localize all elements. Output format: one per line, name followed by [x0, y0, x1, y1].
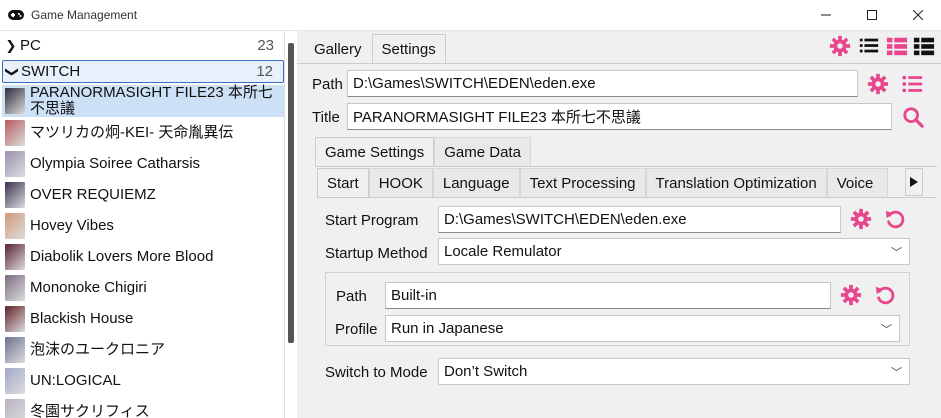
settings-gear-icon[interactable] — [867, 73, 889, 95]
startup-method-select[interactable]: Locale Remulator ﹀ — [438, 238, 910, 265]
game-title: Olympia Soiree Catharsis — [30, 154, 201, 172]
title-label: Title — [312, 109, 340, 126]
game-cover-thumbnail — [5, 150, 25, 177]
minimize-button[interactable] — [803, 0, 849, 30]
startup-method-label: Startup Method — [325, 245, 428, 262]
game-cover-thumbnail — [5, 305, 25, 332]
inner-reset-icon[interactable] — [874, 284, 896, 306]
tab-hook[interactable]: HOOK — [368, 168, 433, 198]
maximize-icon — [867, 10, 877, 20]
game-title: 冬園サクリフィス — [30, 402, 150, 418]
game-cover-thumbnail — [5, 336, 25, 363]
reset-icon[interactable] — [884, 208, 906, 230]
path-input[interactable]: D:\Games\SWITCH\EDEN\eden.exe — [347, 70, 858, 97]
game-cover-thumbnail — [5, 398, 25, 418]
list-scrollbar[interactable] — [288, 43, 294, 343]
group-count: 23 — [257, 37, 274, 54]
gamepad-icon — [8, 10, 24, 20]
sub-tabs: Game Settings Game Data — [315, 137, 531, 167]
switch-mode-select[interactable]: Don’t Switch ﹀ — [438, 358, 910, 385]
game-title: Blackish House — [30, 309, 134, 327]
gear-icon[interactable] — [829, 35, 851, 57]
game-title: PARANORMASIGHT FILE23 本所七不思議 — [30, 84, 273, 117]
main-tabs: Gallery Settings — [304, 34, 446, 64]
switch-mode-label: Switch to Mode — [325, 364, 428, 381]
game-cover-thumbnail — [5, 274, 25, 301]
switch-mode-value: Don’t Switch — [444, 363, 528, 380]
chevron-down-icon: ❯ — [5, 66, 20, 77]
game-list-panel: ❯ PC 23 ❯ SWITCH 12 PARANORMASIGHT FILE2… — [0, 31, 285, 418]
window-title: Game Management — [31, 8, 138, 22]
tab-gallery[interactable]: Gallery — [304, 34, 372, 64]
chevron-down-icon: ﹀ — [881, 324, 892, 336]
group-count: 12 — [256, 63, 273, 80]
game-title: UN:LOGICAL — [30, 371, 121, 389]
game-list-item[interactable]: PARANORMASIGHT FILE23 本所七不思議 — [2, 85, 284, 117]
game-list-item[interactable]: 冬園サクリフィス — [2, 396, 284, 418]
chevron-down-icon: ﹀ — [891, 367, 902, 379]
game-cover-thumbnail — [5, 243, 25, 270]
list-icon[interactable] — [901, 73, 923, 95]
game-cover-thumbnail — [5, 367, 25, 394]
game-list-item[interactable]: OVER REQUIEMZ — [2, 179, 284, 210]
game-list-item[interactable]: マツリカの炯-KEI- 天命胤異伝 — [2, 117, 284, 148]
path-label: Path — [312, 76, 343, 93]
game-list-item[interactable]: Olympia Soiree Catharsis — [2, 148, 284, 179]
game-list-item[interactable]: Mononoke Chigiri — [2, 272, 284, 303]
chevron-right-icon: ❯ — [5, 37, 17, 53]
game-title: Diabolik Lovers More Blood — [30, 247, 214, 265]
chevron-down-icon: ﹀ — [891, 247, 902, 259]
arrow-right-icon — [910, 177, 918, 187]
title-bar: Game Management — [0, 0, 941, 31]
game-cover-thumbnail — [5, 181, 25, 208]
tab-settings[interactable]: Settings — [371, 34, 446, 64]
profile-value: Run in Japanese — [391, 320, 504, 337]
profile-select[interactable]: Run in Japanese ﹀ — [385, 315, 900, 342]
game-list-item[interactable]: UN:LOGICAL — [2, 365, 284, 396]
tab-translation-optimization[interactable]: Translation Optimization — [645, 168, 827, 198]
game-list-item[interactable]: Blackish House — [2, 303, 284, 334]
game-title: マツリカの炯-KEI- 天命胤異伝 — [30, 123, 234, 141]
start-program-input[interactable]: D:\Games\SWITCH\EDEN\eden.exe — [438, 206, 841, 233]
settings-panel: Gallery Settings Path D:\Games\SWITCH\ED… — [297, 31, 941, 418]
inner-path-label: Path — [336, 288, 367, 305]
game-list-item[interactable]: 泡沫のユークロニア — [2, 334, 284, 365]
game-list-item[interactable]: Hovey Vibes — [2, 210, 284, 241]
title-input[interactable]: PARANORMASIGHT FILE23 本所七不思議 — [347, 103, 892, 130]
startup-method-value: Locale Remulator — [444, 243, 562, 260]
game-cover-thumbnail — [5, 212, 25, 239]
detail-list-icon[interactable] — [886, 35, 908, 57]
group-label: SWITCH — [21, 63, 81, 80]
tab-game-data[interactable]: Game Data — [434, 137, 531, 167]
tab-start[interactable]: Start — [317, 168, 369, 198]
program-gear-icon[interactable] — [850, 208, 872, 230]
tab-text-processing[interactable]: Text Processing — [519, 168, 646, 198]
game-list-item[interactable]: Diabolik Lovers More Blood — [2, 241, 284, 272]
grid-view-icon[interactable] — [913, 35, 935, 57]
tab-language[interactable]: Language — [432, 168, 520, 198]
group-switch[interactable]: ❯ SWITCH 12 — [2, 60, 284, 83]
minimize-icon — [821, 14, 831, 16]
start-program-label: Start Program — [325, 212, 419, 229]
maximize-button[interactable] — [849, 0, 895, 30]
close-button[interactable] — [895, 0, 941, 30]
game-title: 泡沫のユークロニア — [30, 340, 166, 358]
tab-game-settings[interactable]: Game Settings — [315, 137, 435, 167]
game-title: OVER REQUIEMZ — [30, 185, 156, 203]
group-pc[interactable]: ❯ PC 23 — [2, 34, 284, 57]
inner-tabs: Start HOOK Language Text Processing Tran… — [317, 168, 889, 198]
game-title: Hovey Vibes — [30, 216, 114, 234]
inner-path-input[interactable]: Built-in — [385, 282, 831, 309]
group-label: PC — [20, 37, 41, 54]
list-view-icon[interactable] — [858, 35, 880, 57]
game-title: Mononoke Chigiri — [30, 278, 147, 296]
game-cover-thumbnail — [5, 119, 25, 146]
inner-gear-icon[interactable] — [840, 284, 862, 306]
close-icon — [913, 10, 923, 20]
tab-voice[interactable]: Voice — [826, 168, 889, 198]
profile-label: Profile — [335, 321, 378, 338]
search-icon[interactable] — [902, 106, 924, 128]
tab-scroll-right-button[interactable] — [905, 168, 923, 196]
game-cover-thumbnail — [5, 88, 25, 114]
